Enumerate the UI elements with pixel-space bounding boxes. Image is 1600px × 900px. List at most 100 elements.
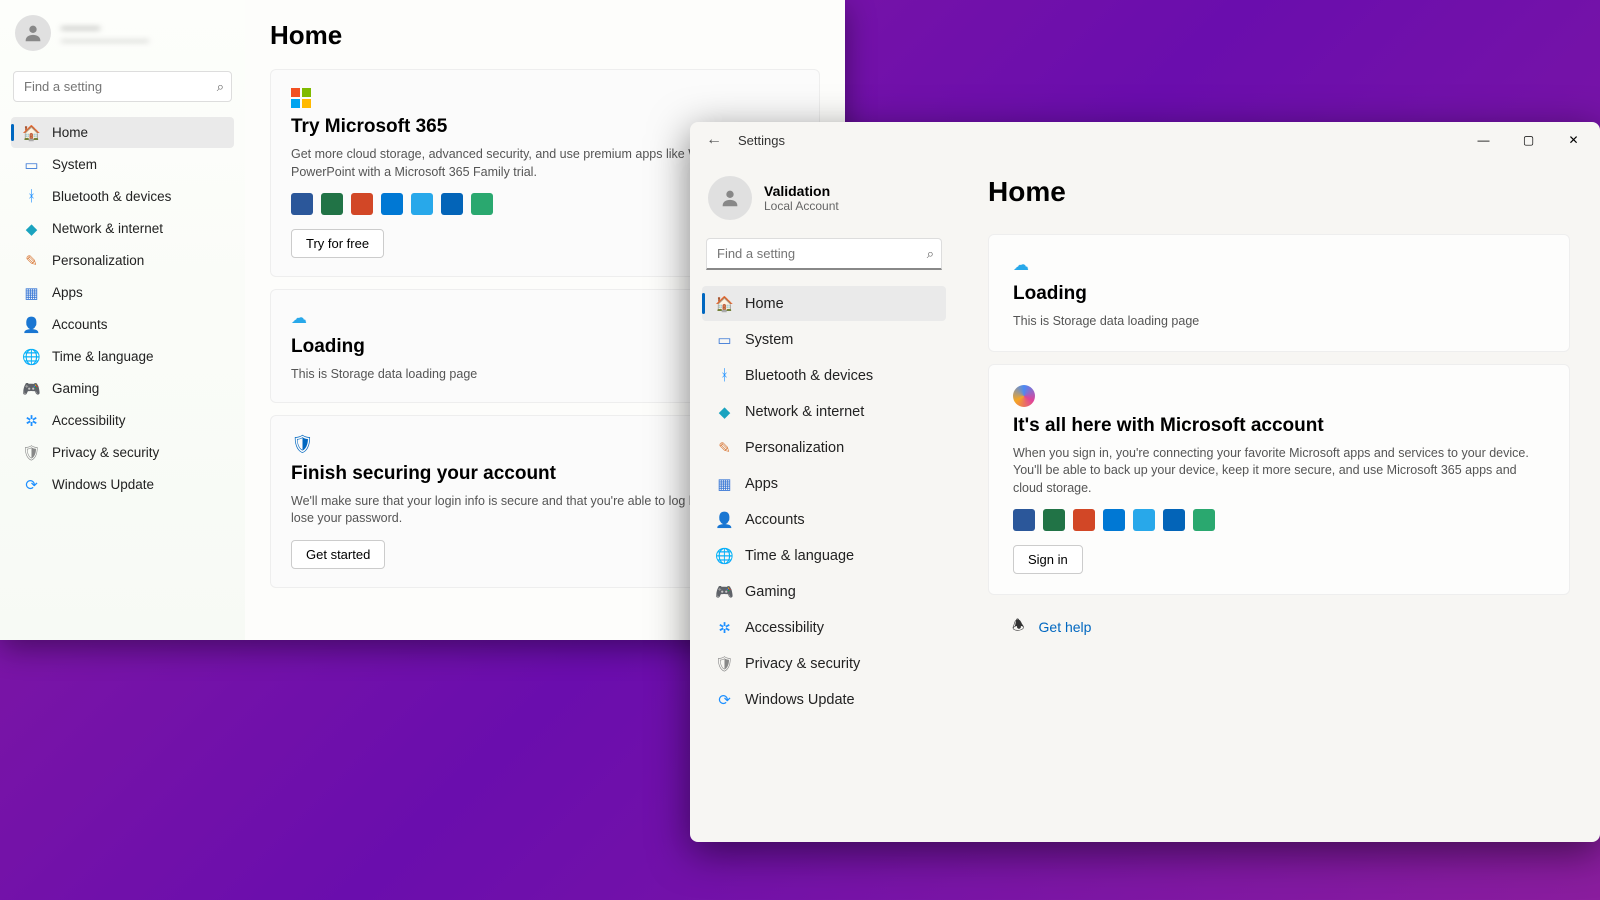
settings-window-2: ← Settings — ▢ ✕ Validation Local Accoun… [690,122,1600,842]
nav-item-privacy[interactable]: 🛡Privacy & security [702,646,946,681]
nav-item-accessibility[interactable]: ✲Accessibility [11,405,234,436]
home-icon: 🏠 [716,295,733,312]
card-loading: ☁ Loading This is Storage data loading p… [988,234,1570,352]
nav-item-network[interactable]: ◆ Network & internet [11,213,234,244]
update-icon: ⟳ [716,691,733,708]
card-desc: This is Storage data loading page [1013,313,1545,331]
try-for-free-button[interactable]: Try for free [291,229,384,258]
nav-item-gaming[interactable]: 🎮 Gaming [11,373,234,404]
app-icon [291,193,313,215]
system-icon: ▭ [716,331,733,348]
sidebar: Validation Local Account ⌕ 🏠 Home ▭ System ᚼ… [690,158,958,842]
nav-item-label: Windows Update [745,692,855,708]
search-input[interactable] [13,71,232,102]
nav-item-bluetooth[interactable]: ᚼBluetooth & devices [11,181,234,212]
close-button[interactable]: ✕ [1551,124,1596,156]
account-name-blurred: ——— [61,20,149,35]
apps-icon: ▦ [716,475,733,492]
nav-item-update[interactable]: ⟳ Windows Update [702,682,946,717]
nav-item-personalization[interactable]: ✎Personalization [11,245,234,276]
app-icon [441,193,463,215]
account-header[interactable]: ——— ———————— [5,10,240,56]
app-icon [1193,509,1215,531]
account-email-blurred: ———————— [61,35,149,47]
search-box[interactable]: ⌕ [13,71,232,102]
card-desc: When you sign in, you're connecting your… [1013,445,1545,498]
account-header[interactable]: Validation Local Account [696,168,952,238]
nav-item-privacy[interactable]: 🛡Privacy & security [11,437,234,468]
nav-item-home[interactable]: 🏠 Home [11,117,234,148]
nav-item-update[interactable]: ⟳ Windows Update [11,469,234,500]
nav-item-label: Accessibility [745,620,824,636]
nav-item-label: Privacy & security [745,656,860,672]
nav-item-system[interactable]: ▭ System [702,322,946,357]
card-title: Loading [1013,283,1545,305]
nav-item-apps[interactable]: ▦Apps [11,277,234,308]
search-box[interactable]: ⌕ [706,238,942,270]
update-icon: ⟳ [23,476,40,493]
app-icon [1043,509,1065,531]
home-icon: 🏠 [23,124,40,141]
sidebar: ——— ———————— ⌕ 🏠 Home ▭SystemᚼBluetooth & … [0,0,245,640]
nav-item-label: Accessibility [52,413,126,428]
app-icon [321,193,343,215]
personalization-icon: ✎ [716,439,733,456]
nav-item-accessibility[interactable]: ✲Accessibility [702,610,946,645]
app-icon [1073,509,1095,531]
nav-item-label: Apps [745,476,778,492]
search-icon: ⌕ [927,246,934,262]
nav-list: 🏠 Home ▭SystemᚼBluetooth & devices ◆ Network… [5,117,240,500]
nav-item-label: Windows Update [52,477,154,492]
nav-item-label: Network & internet [52,221,163,236]
nav-item-gaming[interactable]: 🎮Gaming [702,574,946,609]
nav-item-label: Personalization [745,440,844,456]
search-icon: ⌕ [217,79,224,95]
nav-item-network[interactable]: ◆Network & internet [702,394,946,429]
nav-item-label: Accounts [52,317,108,332]
maximize-button[interactable]: ▢ [1506,124,1551,156]
main-content: Home ☁ Loading This is Storage data load… [958,158,1600,842]
app-icon [471,193,493,215]
nav-item-label: Apps [52,285,83,300]
minimize-button[interactable]: — [1461,124,1506,156]
nav-item-bluetooth[interactable]: ᚼ Bluetooth & devices [702,358,946,393]
nav-item-system[interactable]: ▭System [11,149,234,180]
get-help-link[interactable]: 🕭 Get help [988,607,1570,647]
nav-item-home[interactable]: 🏠 Home [702,286,946,321]
avatar-icon [15,15,51,51]
gaming-icon: 🎮 [23,380,40,397]
nav-item-label: Accounts [745,512,805,528]
microsoft-account-icon [1013,385,1035,407]
help-link-label: Get help [1039,619,1092,635]
get-started-button[interactable]: Get started [291,540,385,569]
bluetooth-icon: ᚼ [716,367,733,384]
nav-item-label: System [745,332,793,348]
account-name: Validation [764,183,839,199]
accounts-icon: 👤 [716,511,733,528]
page-title: Home [270,20,820,51]
app-icon [381,193,403,215]
nav-item-personalization[interactable]: ✎ Personalization [702,430,946,465]
nav-item-apps[interactable]: ▦ Apps [702,466,946,501]
nav-item-time[interactable]: 🌐Time & language [702,538,946,573]
network-icon: ◆ [23,220,40,237]
back-button[interactable]: ← [704,130,724,150]
card-title: It's all here with Microsoft account [1013,415,1545,437]
nav-item-time[interactable]: 🌐Time & language [11,341,234,372]
time-icon: 🌐 [23,348,40,365]
nav-item-label: Bluetooth & devices [745,368,873,384]
nav-item-label: Gaming [745,584,796,600]
nav-item-label: Privacy & security [52,445,159,460]
nav-item-label: Gaming [52,381,99,396]
app-icon [411,193,433,215]
nav-item-accounts[interactable]: 👤 Accounts [702,502,946,537]
app-icon [351,193,373,215]
sign-in-button[interactable]: Sign in [1013,545,1083,574]
nav-item-label: Home [745,296,784,312]
app-icon [1013,509,1035,531]
nav-item-accounts[interactable]: 👤Accounts [11,309,234,340]
microsoft-logo-icon [291,88,311,108]
nav-item-label: Home [52,125,88,140]
search-input[interactable] [706,238,942,270]
bluetooth-icon: ᚼ [23,188,40,205]
